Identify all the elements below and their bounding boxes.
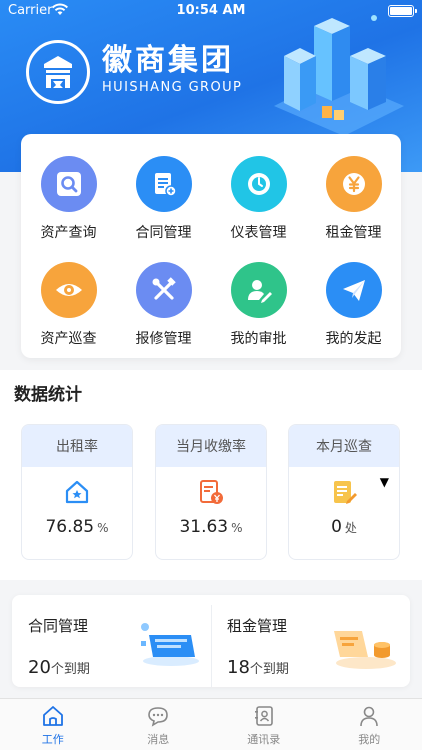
grid-item-label: 资产巡查 — [40, 331, 97, 347]
bill-yen-icon — [156, 467, 266, 517]
tools-icon — [135, 262, 192, 318]
stat-unit: % — [231, 521, 243, 535]
grid-item-label: 资产查询 — [40, 225, 97, 241]
clock: 10:54 AM — [176, 3, 246, 18]
eye-icon — [40, 262, 97, 318]
tab-contacts[interactable]: 通讯录 — [211, 699, 317, 750]
grid-item-repair[interactable]: 报修管理 — [116, 262, 211, 348]
stat-card-collection-rate[interactable]: 当月收缴率 31.63% — [155, 424, 267, 560]
grid-item-label: 租金管理 — [325, 225, 382, 241]
stat-unit: % — [97, 521, 109, 535]
tab-messages[interactable]: 消息 — [106, 699, 212, 750]
tab-label: 工作 — [41, 733, 64, 746]
grid-item-approval[interactable]: 我的审批 — [211, 262, 306, 348]
grid-item-contract[interactable]: 合同管理 — [116, 156, 211, 242]
summary-suffix: 个到期 — [50, 662, 90, 677]
home-icon — [0, 704, 106, 728]
chat-bubble-icon — [106, 704, 212, 728]
address-book-icon — [211, 704, 317, 728]
house-star-icon — [22, 467, 132, 517]
dropdown-caret-icon[interactable]: ▼ — [380, 475, 389, 489]
approval-user-icon — [230, 262, 287, 318]
function-grid: 资产查询 合同管理 仪表管理 租金管理 资产巡查 报修管理 我的审批 我的发起 — [21, 134, 401, 358]
summary-title: 租金管理 — [227, 617, 288, 635]
company-logo-icon — [26, 40, 90, 104]
grid-item-label: 我的审批 — [230, 331, 287, 347]
stat-card-label: 本月巡查 — [289, 425, 399, 467]
brand-title: 徽商集团 HUISHANG GROUP — [102, 43, 243, 96]
summary-contract[interactable]: 合同管理 20个到期 — [12, 595, 211, 687]
status-bar: Carrier 10:54 AM — [0, 0, 422, 22]
summary-card: 合同管理 20个到期 租金管理 18个到期 — [12, 595, 410, 687]
tab-me[interactable]: 我的 — [317, 699, 422, 750]
brand-name-en: HUISHANG GROUP — [102, 80, 243, 95]
summary-rent[interactable]: 租金管理 18个到期 — [211, 595, 410, 687]
brand-name-cn: 徽商集团 — [102, 43, 234, 78]
stat-card-label: 出租率 — [22, 425, 132, 467]
tab-label: 消息 — [147, 733, 170, 746]
coins-illustration-icon — [328, 617, 400, 675]
paper-plane-icon — [325, 262, 382, 318]
battery-icon — [388, 5, 417, 17]
yen-icon — [325, 156, 382, 212]
tab-label: 通讯录 — [247, 733, 281, 746]
bottom-tab-bar: 工作 消息 通讯录 我的 — [0, 698, 422, 750]
contract-folder-illustration-icon — [135, 617, 201, 671]
grid-item-label: 仪表管理 — [230, 225, 287, 241]
stats-section-title: 数据统计 — [14, 385, 82, 405]
tab-work[interactable]: 工作 — [0, 699, 106, 750]
search-doc-icon — [40, 156, 97, 212]
stat-unit: 处 — [344, 521, 357, 535]
grid-item-meter[interactable]: 仪表管理 — [211, 156, 306, 242]
stat-value: 31.63 — [179, 517, 229, 537]
user-icon — [317, 704, 422, 728]
grid-item-rent[interactable]: 租金管理 — [306, 156, 401, 242]
stat-card-patrol[interactable]: 本月巡查 ▼ 0处 — [288, 424, 400, 560]
grid-item-label: 报修管理 — [135, 331, 192, 347]
contract-icon — [135, 156, 192, 212]
stat-value: 76.85 — [45, 517, 95, 537]
grid-item-asset-patrol[interactable]: 资产巡查 — [21, 262, 116, 348]
summary-title: 合同管理 — [28, 617, 89, 635]
stat-value: 0 — [331, 517, 342, 537]
stat-card-occupancy[interactable]: 出租率 76.85% — [21, 424, 133, 560]
city-illustration-icon — [254, 6, 414, 140]
grid-item-label: 我的发起 — [325, 331, 382, 347]
meter-icon — [230, 156, 287, 212]
summary-count: 20 — [28, 657, 51, 678]
summary-count: 18 — [227, 657, 250, 678]
grid-item-label: 合同管理 — [135, 225, 192, 241]
tab-label: 我的 — [358, 733, 381, 746]
grid-item-initiated[interactable]: 我的发起 — [306, 262, 401, 348]
stat-card-label: 当月收缴率 — [156, 425, 266, 467]
summary-suffix: 个到期 — [249, 662, 289, 677]
grid-item-asset-query[interactable]: 资产查询 — [21, 156, 116, 242]
